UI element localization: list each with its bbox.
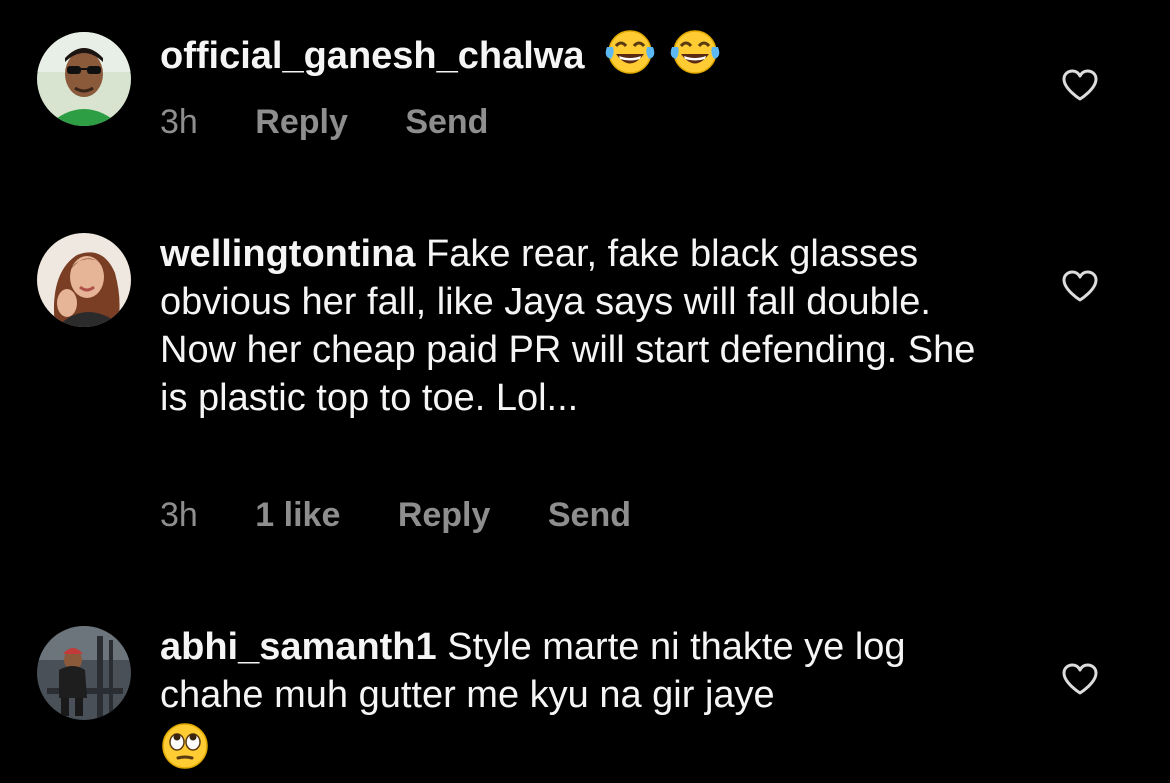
- reply-button[interactable]: Reply: [255, 103, 348, 142]
- heart-outline-icon[interactable]: [1061, 269, 1099, 303]
- avatar[interactable]: [37, 233, 131, 327]
- comment-item: official_ganesh_chalwa 3h Reply Send: [0, 0, 1170, 180]
- reply-button[interactable]: Reply: [398, 496, 491, 535]
- heart-outline-icon[interactable]: [1061, 68, 1099, 102]
- comment-timestamp: 3h: [160, 496, 198, 534]
- comment-username[interactable]: abhi_samanth1: [160, 626, 437, 668]
- face-with-rolling-eyes-icon: [160, 721, 210, 783]
- comment-item: wellingtontina Fake rear, fake black gla…: [0, 180, 1170, 580]
- comment-username[interactable]: official_ganesh_chalwa: [160, 35, 585, 77]
- comment-meta: 3h Reply Send: [160, 103, 536, 142]
- heart-outline-icon[interactable]: [1061, 662, 1099, 696]
- avatar[interactable]: [37, 626, 131, 720]
- comment-body: abhi_samanth1 Style marte ni thakte ye l…: [160, 623, 990, 783]
- comment-body: official_ganesh_chalwa: [160, 29, 990, 87]
- likes-count[interactable]: 1 like: [255, 496, 340, 535]
- face-with-tears-of-joy-icon: [670, 29, 720, 87]
- send-button[interactable]: Send: [548, 496, 631, 535]
- comment-username[interactable]: wellingtontina: [160, 233, 415, 275]
- face-with-tears-of-joy-icon: [605, 29, 655, 87]
- comment-item: abhi_samanth1 Style marte ni thakte ye l…: [0, 580, 1170, 780]
- comment-body: wellingtontina Fake rear, fake black gla…: [160, 230, 990, 422]
- comment-timestamp: 3h: [160, 103, 198, 141]
- send-button[interactable]: Send: [405, 103, 488, 142]
- comment-meta: 3h 1 like Reply Send: [160, 496, 679, 535]
- avatar[interactable]: [37, 32, 131, 126]
